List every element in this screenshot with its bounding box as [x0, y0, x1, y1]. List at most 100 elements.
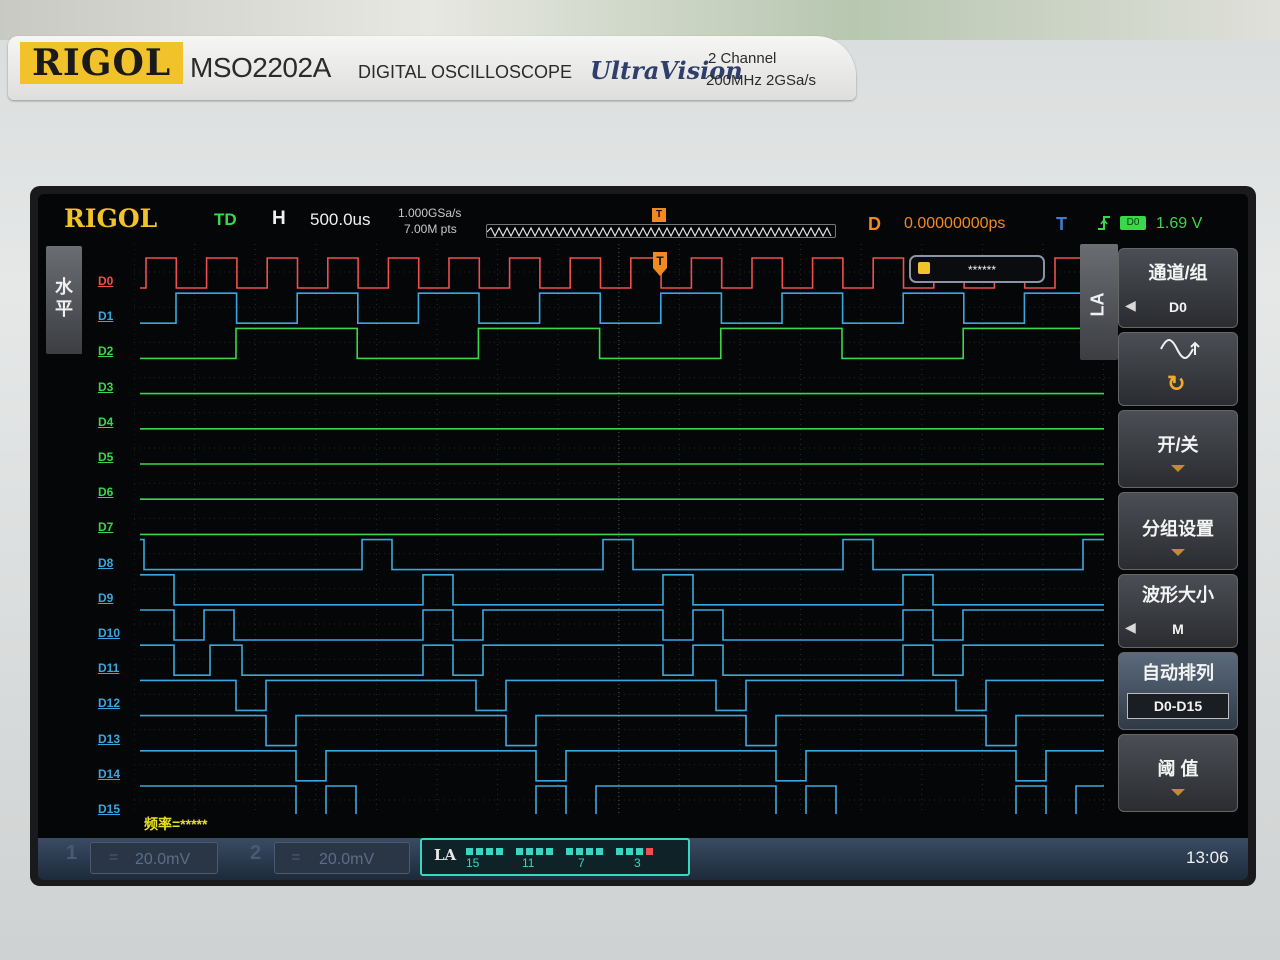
- trigger-info-text: ******: [968, 263, 996, 277]
- trigger-marker-letter: T: [656, 254, 664, 268]
- channel-label-d0[interactable]: D0: [98, 274, 113, 288]
- chevron-down-icon: [1171, 549, 1185, 556]
- la-status-box[interactable]: LA 15 11 7 3: [420, 838, 690, 876]
- edge-button[interactable]: ↻: [1118, 332, 1238, 406]
- spec-channels: 2 Channel: [708, 50, 777, 67]
- la-channel-indicators: [466, 844, 676, 855]
- memory-waveform-bar: [486, 224, 836, 238]
- waveform-display[interactable]: T ******: [134, 244, 1110, 814]
- channel-label-d8[interactable]: D8: [98, 556, 113, 570]
- ch1-scale: 20.0mV: [135, 851, 191, 868]
- chevron-down-icon: [1171, 789, 1185, 796]
- channel-label-d15[interactable]: D15: [98, 802, 120, 816]
- top-status-bar: RIGOL TD H 500.0us 1.000GSa/s 7.00M pts …: [38, 194, 1248, 244]
- memory-depth: 7.00M pts: [404, 222, 457, 236]
- trigger-level[interactable]: 1.69 V: [1156, 215, 1202, 233]
- channel-label-d13[interactable]: D13: [98, 732, 120, 746]
- delay-readout[interactable]: 0.00000000ps: [904, 215, 1005, 233]
- brand-logo: RIGOL: [20, 42, 184, 84]
- la-group-15: 15: [466, 856, 480, 870]
- trigger-source-badge: D0: [1120, 216, 1146, 230]
- trace-d8: [140, 538, 1104, 571]
- auto-arrange-button[interactable]: 自动排列 D0-D15: [1118, 652, 1238, 730]
- ch1-coupling: =: [109, 849, 119, 866]
- spec-performance: 200MHz 2GSa/s: [706, 72, 817, 89]
- channel-label-d9[interactable]: D9: [98, 591, 113, 605]
- rotate-icon: ↻: [1167, 371, 1186, 396]
- trace-d11: [140, 644, 1104, 676]
- horizontal-tab-label: 水平: [55, 277, 73, 319]
- channel-label-d3[interactable]: D3: [98, 380, 113, 394]
- channel-label-d12[interactable]: D12: [98, 696, 120, 710]
- auto-arrange-label: 自动排列: [1142, 663, 1214, 683]
- channel-label-d2[interactable]: D2: [98, 344, 113, 358]
- trigger-label: T: [1056, 214, 1067, 234]
- ch2-coupling: =: [291, 849, 301, 866]
- la-status-label: LA: [434, 846, 457, 864]
- frequency-readout: 频率=*****: [144, 816, 208, 832]
- device-label-plate: RIGOL MSO2202A DIGITAL OSCILLOSCOPE Ultr…: [8, 36, 856, 100]
- la-group-7: 7: [578, 856, 585, 870]
- oscilloscope-screen: RIGOL TD H 500.0us 1.000GSa/s 7.00M pts …: [38, 194, 1248, 880]
- timebase-readout[interactable]: 500.0us: [310, 210, 371, 230]
- waveform-edge-icon: [1159, 339, 1201, 364]
- channel-label-d1[interactable]: D1: [98, 309, 113, 323]
- channel-label-d4[interactable]: D4: [98, 415, 113, 429]
- chevron-down-icon: [1171, 465, 1185, 472]
- channel-group-value: D0: [1169, 299, 1187, 315]
- bottom-status-bar: 1 = 20.0mV 2 = 20.0mV LA 15 11 7 3 13:06: [38, 838, 1248, 880]
- trace-d1: [140, 292, 1104, 324]
- threshold-button[interactable]: 阈 值: [1118, 734, 1238, 812]
- product-line: DIGITAL OSCILLOSCOPE: [358, 62, 573, 82]
- horizontal-menu-tab[interactable]: 水平: [46, 246, 82, 354]
- threshold-label: 阈 值: [1157, 759, 1199, 779]
- clock: 13:06: [1186, 848, 1229, 867]
- waveform-canvas: T ******: [134, 244, 1110, 814]
- channel-label-d5[interactable]: D5: [98, 450, 113, 464]
- run-status[interactable]: TD: [214, 210, 237, 230]
- sample-rate: 1.000GSa/s: [398, 206, 462, 220]
- channel-label-d14[interactable]: D14: [98, 767, 120, 781]
- trace-d2: [140, 327, 1104, 360]
- group-settings-label: 分组设置: [1142, 519, 1214, 539]
- channel-label-d11[interactable]: D11: [98, 661, 119, 675]
- trace-d9: [140, 574, 1104, 606]
- la-group-11: 11: [522, 856, 535, 870]
- on-off-button[interactable]: 开/关: [1118, 410, 1238, 488]
- ch1-number: 1: [66, 842, 78, 864]
- background-bench: [0, 0, 1280, 40]
- digital-traces: [140, 257, 1104, 814]
- channel-label-d7[interactable]: D7: [98, 520, 113, 534]
- screen-logo: RIGOL: [64, 204, 158, 233]
- memory-waveform-icon: [486, 226, 832, 238]
- group-settings-button[interactable]: 分组设置: [1118, 492, 1238, 570]
- channel-label-d10[interactable]: D10: [98, 626, 120, 640]
- waveform-size-label: 波形大小: [1142, 585, 1214, 605]
- la-tab-label: LA: [1087, 292, 1108, 317]
- channel-group-label: 通道/组: [1148, 263, 1208, 283]
- la-side-menu: LA 通道/组 ◀ D0 ↻ 开/关 分组设置 波形大小 ◀ M 自动排列 D0…: [1080, 244, 1240, 834]
- trace-d13: [140, 714, 1104, 747]
- la-menu-tab[interactable]: LA: [1080, 244, 1118, 360]
- waveform-size-button[interactable]: 波形大小 ◀ M: [1118, 574, 1238, 648]
- trigger-info-box[interactable]: ******: [909, 255, 1045, 283]
- la-group-3: 3: [634, 856, 641, 870]
- channel-group-button[interactable]: 通道/组 ◀ D0: [1118, 248, 1238, 328]
- model-name: MSO2202A: [190, 52, 331, 83]
- trace-d14: [140, 750, 1104, 782]
- channel-label-d6[interactable]: D6: [98, 485, 113, 499]
- trace-d12: [140, 679, 1104, 712]
- rising-edge-icon: [1096, 214, 1112, 237]
- auto-arrange-value-box: D0-D15: [1127, 693, 1229, 719]
- horizontal-label: H: [272, 208, 286, 229]
- ch1-status-box[interactable]: = 20.0mV: [90, 842, 218, 874]
- waveform-size-value: M: [1172, 621, 1184, 637]
- memory-trigger-marker: T: [652, 208, 666, 222]
- ch2-status-box[interactable]: = 20.0mV: [274, 842, 410, 874]
- ch2-number: 2: [250, 842, 262, 864]
- delay-label: D: [868, 214, 881, 234]
- ch2-scale: 20.0mV: [319, 851, 375, 868]
- on-off-label: 开/关: [1157, 435, 1199, 455]
- trace-d10: [140, 609, 1104, 641]
- auto-arrange-value: D0-D15: [1153, 698, 1203, 714]
